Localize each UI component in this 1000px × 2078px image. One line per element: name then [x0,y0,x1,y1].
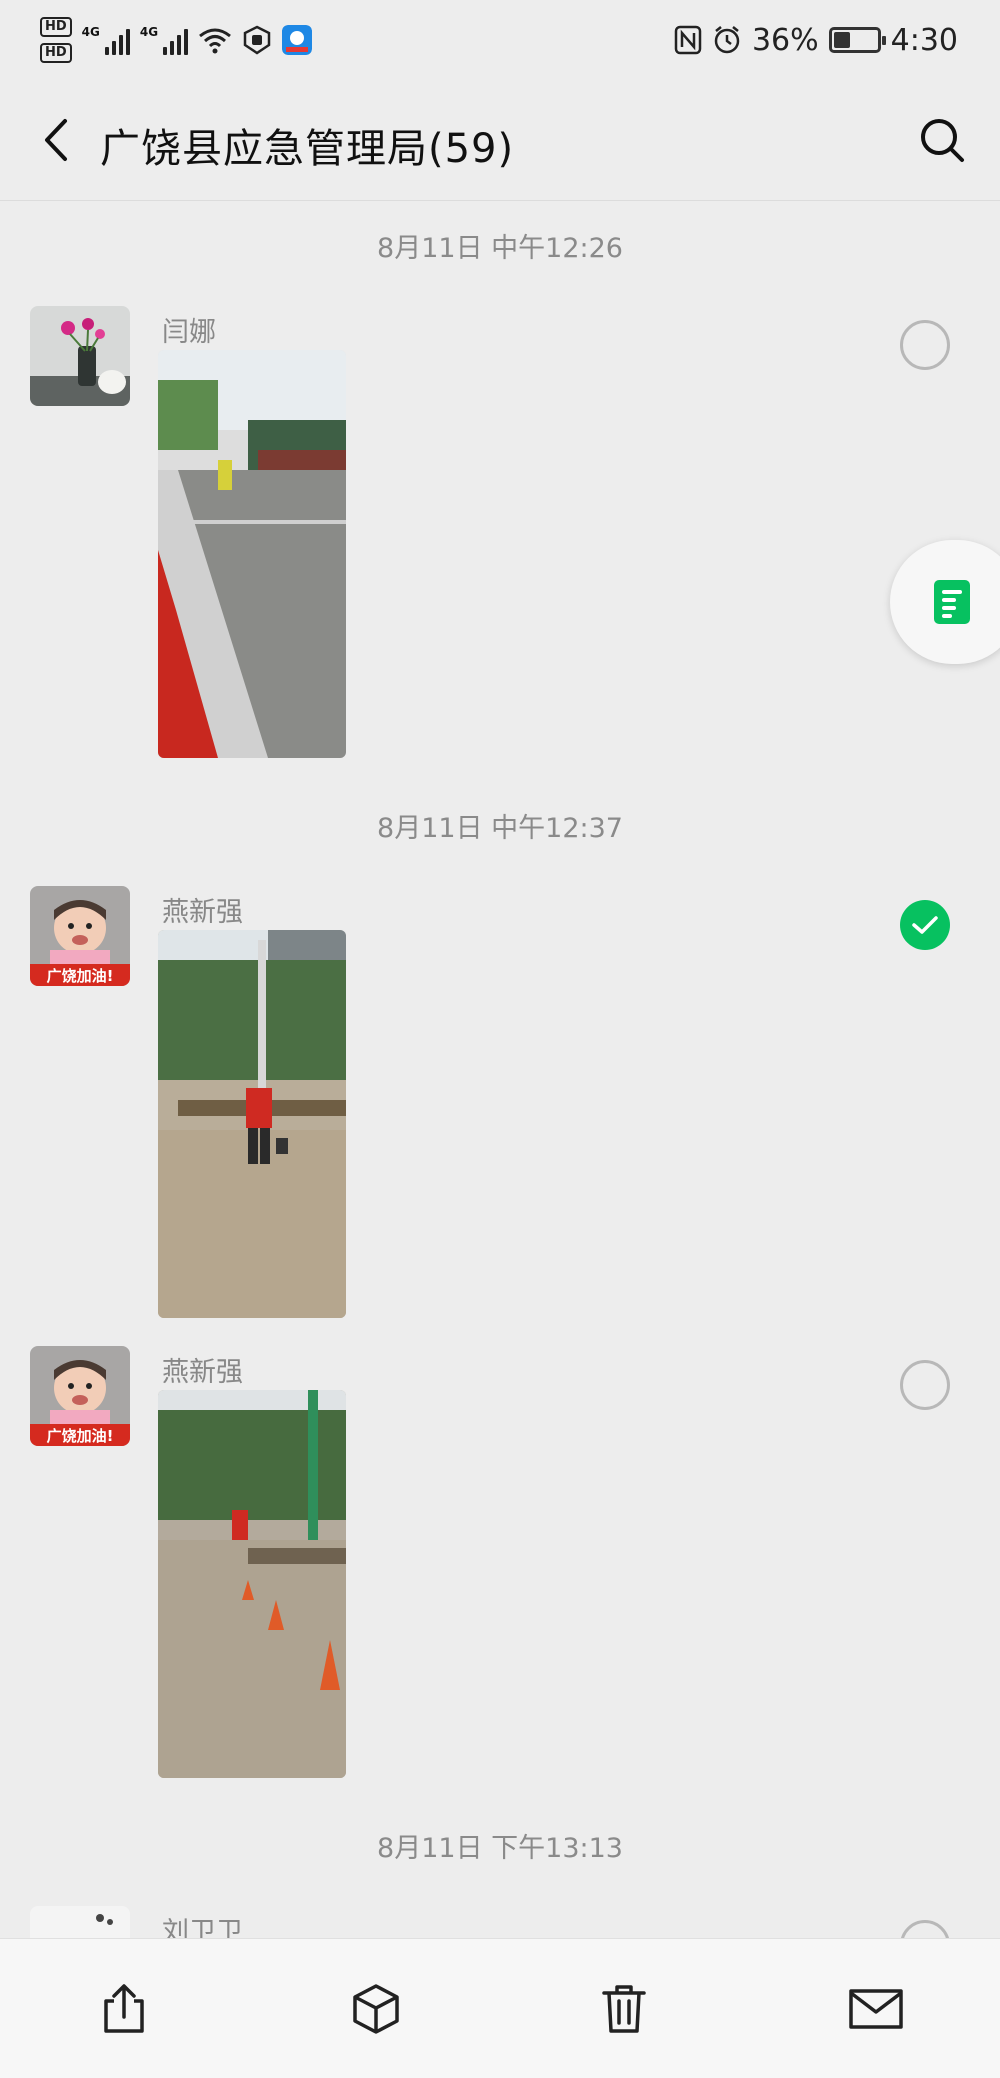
search-button[interactable] [912,110,972,170]
nfc-icon [674,25,702,55]
image-message[interactable] [158,1390,346,1778]
timestamp: 8月11日 下午13:13 [377,1833,623,1864]
sender-name: 燕新强 [162,897,243,928]
search-icon [921,119,964,162]
hd1-badge: HD [40,17,72,37]
share-icon [104,1984,144,2033]
sender-name: 燕新强 [162,1357,243,1388]
hd-indicators: HD HD [40,17,72,63]
wifi-icon [199,28,232,54]
battery-percent: 36% [751,22,819,58]
clock: 4:30 [890,22,958,58]
avatar-badge-text: 广饶加油! [47,1427,114,1445]
check-icon [912,916,938,934]
avatar[interactable] [30,306,130,406]
select-checkbox[interactable] [900,320,950,370]
avatar-badge-text: 广饶加油! [47,967,114,985]
sender-name: 闫娜 [162,317,216,348]
photo-image [158,1390,346,1778]
photo-image [158,350,346,758]
cube-icon [353,1984,399,2034]
avatar[interactable]: 广饶加油! [30,886,130,986]
page-title: 广饶县应急管理局(59) [100,126,515,172]
image-message[interactable] [158,930,346,1318]
net2-label: 4G [139,25,159,39]
avatar-image: 广饶加油! [30,1346,130,1446]
avatar-image [30,306,130,406]
favorite-button[interactable] [336,1969,416,2049]
select-checkbox-checked[interactable] [900,900,950,950]
select-checkbox[interactable] [900,1360,950,1410]
trash-icon [602,1985,646,2033]
signal1-icon: 4G [82,25,130,55]
document-icon [934,580,970,624]
hd2-badge: HD [40,43,72,63]
status-right: 36% 4:30 [674,18,958,62]
image-message[interactable] [158,350,346,758]
status-bar: HD HD 4G 4G 36% 4:30 [0,0,1000,80]
timestamp: 8月11日 中午12:37 [377,813,623,844]
signal2-icon: 4G [139,25,189,55]
timestamp: 8月11日 中午12:26 [377,233,623,264]
back-button[interactable] [26,110,86,170]
status-left: HD HD 4G 4G [40,12,313,68]
battery-icon [828,27,886,53]
mail-button[interactable] [836,1969,916,2049]
mail-icon [849,1989,903,2029]
title-bar: 广饶县应急管理局(59) [0,80,1000,200]
photo-image [158,930,346,1318]
net1-label: 4G [81,25,100,39]
alarm-icon [714,26,740,54]
battery-fill [833,32,851,48]
avatar-image: 广饶加油! [30,886,130,986]
forward-button[interactable] [84,1969,164,2049]
floating-note-button[interactable] [890,540,1000,664]
chevron-left-icon [45,119,67,161]
delete-button[interactable] [584,1969,664,2049]
app-notification-icon [282,25,313,55]
header-divider [0,200,1000,201]
hand-shield-icon [243,25,271,55]
avatar[interactable]: 广饶加油! [30,1346,130,1446]
bottom-toolbar [0,1938,1000,2078]
